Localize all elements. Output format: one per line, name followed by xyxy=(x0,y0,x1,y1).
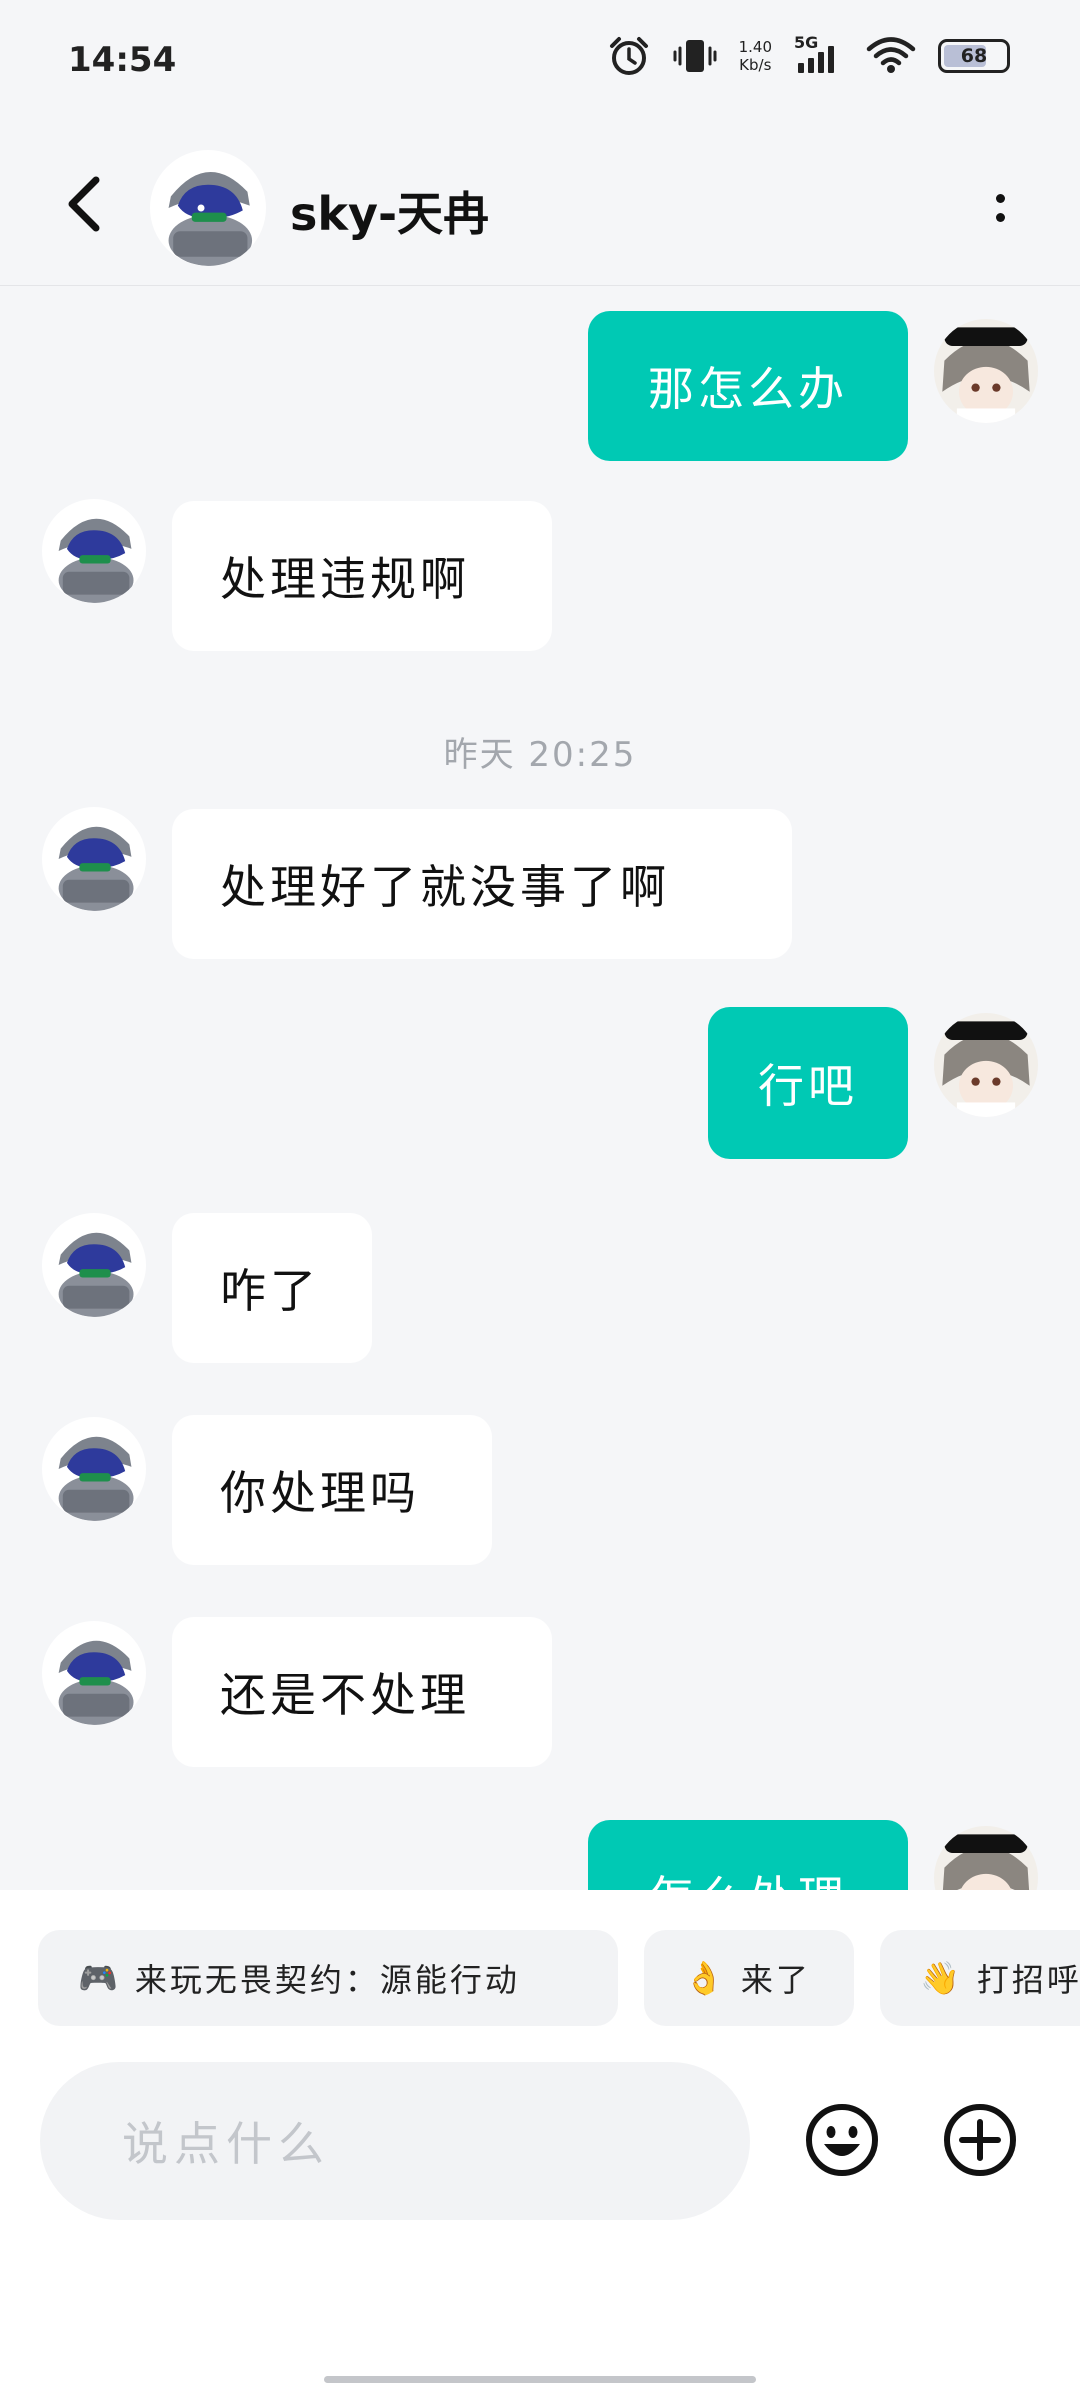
gamepad-icon: 🎮 xyxy=(78,1959,121,1997)
quick-reply-chip[interactable]: 👌 来了 xyxy=(644,1930,854,2026)
message-bubble[interactable]: 你处理吗 xyxy=(172,1415,492,1565)
quick-reply-label: 来玩无畏契约：源能行动 xyxy=(134,1961,520,1999)
message-bubble[interactable]: 怎么处理 xyxy=(588,1820,908,1890)
chat-header: sky-天冉 xyxy=(0,120,1080,286)
status-icons: 1.40 Kb/s 5G 68 xyxy=(607,33,1010,78)
message-bubble[interactable]: 还是不处理 xyxy=(172,1617,552,1767)
quick-replies: 🎮 来玩无畏契约：源能行动 👌 来了 👋 打招呼 xyxy=(38,1930,1080,2026)
vibrate-icon xyxy=(673,34,717,78)
message-incoming: 处理好了就没事了啊 xyxy=(0,801,1080,961)
contact-avatar-image xyxy=(42,807,146,911)
contact-avatar-image xyxy=(150,150,266,266)
more-icon xyxy=(995,194,1005,203)
message-bubble[interactable]: 那怎么办 xyxy=(588,311,908,461)
contact-avatar-image xyxy=(42,499,146,603)
contact-avatar-image xyxy=(42,1621,146,1725)
add-attachment-button[interactable] xyxy=(940,2100,1020,2180)
message-bubble[interactable]: 处理好了就没事了啊 xyxy=(172,809,792,959)
message-outgoing: 那怎么办 xyxy=(0,287,1080,461)
network-speed-value: 1.40 xyxy=(738,38,772,56)
quick-reply-chip[interactable]: 👋 打招呼 xyxy=(880,1930,1080,2026)
contact-avatar[interactable] xyxy=(42,1213,146,1317)
battery-level: 68 xyxy=(960,45,988,67)
message-bubble[interactable]: 行吧 xyxy=(708,1007,908,1159)
cellular-signal-icon: 5G xyxy=(794,33,844,73)
message-bubble[interactable]: 咋了 xyxy=(172,1213,372,1363)
emoji-button[interactable] xyxy=(802,2100,882,2180)
my-avatar-image xyxy=(934,319,1038,423)
network-speed-unit: Kb/s xyxy=(739,56,772,74)
composer: 🎮 来玩无畏契约：源能行动 👌 来了 👋 打招呼 说点什么 xyxy=(0,1890,1080,2388)
my-avatar-image xyxy=(934,1826,1038,1890)
more-options-button[interactable] xyxy=(964,172,1036,244)
quick-reply-chip[interactable]: 🎮 来玩无畏契约：源能行动 xyxy=(38,1930,618,2026)
message-incoming: 还是不处理 xyxy=(0,1615,1080,1775)
battery-icon: 68 xyxy=(938,39,1010,73)
alarm-icon xyxy=(607,34,651,78)
contact-avatar[interactable] xyxy=(42,499,146,603)
back-button[interactable] xyxy=(52,168,116,240)
wifi-icon xyxy=(866,36,916,76)
network-type: 5G xyxy=(794,33,819,52)
home-indicator[interactable] xyxy=(324,2376,756,2383)
plus-circle-icon xyxy=(944,2104,1016,2176)
status-bar: 14:54 1.40 Kb/s 5G 68 xyxy=(0,0,1080,120)
message-list[interactable]: 那怎么办 处理违规啊 昨天 20:25 处理好了就没事了啊 行吧 咋了 你处理吗… xyxy=(0,287,1080,1890)
quick-reply-label: 来了 xyxy=(740,1961,811,1999)
smiley-icon xyxy=(806,2104,878,2176)
contact-avatar[interactable] xyxy=(42,1417,146,1521)
timestamp: 昨天 20:25 xyxy=(443,735,637,775)
ok-hand-icon: 👌 xyxy=(684,1959,727,1997)
my-avatar[interactable] xyxy=(934,1826,1038,1890)
message-incoming: 你处理吗 xyxy=(0,1411,1080,1571)
my-avatar[interactable] xyxy=(934,1013,1038,1117)
message-incoming: 处理违规啊 xyxy=(0,493,1080,653)
network-speed: 1.40 Kb/s xyxy=(739,38,772,74)
message-bubble[interactable]: 处理违规啊 xyxy=(172,501,552,651)
contact-avatar-image xyxy=(42,1213,146,1317)
my-avatar-image xyxy=(934,1013,1038,1117)
message-outgoing: 行吧 xyxy=(0,1007,1080,1167)
message-input-placeholder: 说点什么 xyxy=(122,2117,330,2171)
contact-avatar-image xyxy=(42,1417,146,1521)
wave-icon: 👋 xyxy=(920,1959,963,1997)
status-time: 14:54 xyxy=(68,40,177,80)
my-avatar[interactable] xyxy=(934,319,1038,423)
message-incoming: 咋了 xyxy=(0,1207,1080,1367)
contact-avatar[interactable] xyxy=(42,807,146,911)
page-title: sky-天冉 xyxy=(290,187,490,241)
message-outgoing: 怎么处理 xyxy=(0,1820,1080,1890)
quick-reply-label: 打招呼 xyxy=(976,1961,1080,1999)
message-input[interactable]: 说点什么 xyxy=(40,2062,750,2220)
contact-avatar[interactable] xyxy=(42,1621,146,1725)
chevron-left-icon xyxy=(68,176,100,232)
contact-avatar[interactable] xyxy=(150,150,266,266)
